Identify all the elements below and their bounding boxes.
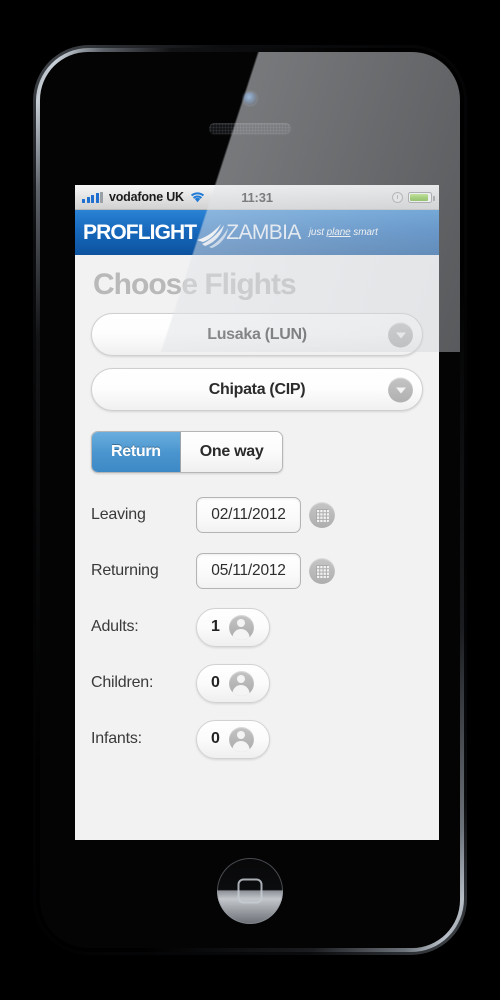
chevron-down-icon[interactable]	[388, 377, 413, 402]
person-body-glyph	[232, 684, 250, 696]
logo-proflight-text: PROFLIGHT	[83, 220, 197, 244]
returning-label: Returning	[91, 562, 159, 579]
person-icon	[228, 726, 254, 752]
leaving-label: Leaving	[91, 506, 146, 523]
tab-return[interactable]: Return	[92, 432, 181, 472]
adults-stepper[interactable]: 1	[196, 607, 270, 647]
destination-select[interactable]: Chipata (CIP)	[91, 368, 423, 411]
origin-select-label: Lusaka (LUN)	[207, 325, 307, 343]
person-body-glyph	[232, 628, 250, 640]
home-button-icon[interactable]	[217, 858, 283, 924]
person-head-glyph	[237, 618, 246, 627]
battery-level	[410, 193, 428, 201]
logo-tagline: just plane smart	[309, 227, 378, 238]
status-bar-right	[392, 191, 435, 203]
children-label: Children:	[91, 674, 154, 691]
chevron-down-icon[interactable]	[388, 322, 413, 347]
home-button-glyph	[237, 878, 263, 904]
tagline-underlined: plane	[326, 227, 351, 238]
person-icon	[228, 614, 254, 640]
person-icon	[228, 670, 254, 696]
device-screen: vodafone UK 11:31 PROFLIGHT ZAMBIA just …	[75, 185, 439, 840]
infants-value: 0	[211, 730, 220, 747]
tagline-after: smart	[350, 227, 378, 238]
phone-face: vodafone UK 11:31 PROFLIGHT ZAMBIA just …	[40, 52, 460, 948]
page-title: Choose Flights	[93, 268, 297, 301]
adults-row: Adults: 1	[91, 599, 423, 655]
brand-header: PROFLIGHT ZAMBIA just plane smart	[75, 210, 439, 255]
tab-one-way[interactable]: One way	[180, 432, 283, 472]
children-row: Children: 0	[91, 655, 423, 711]
children-stepper[interactable]: 0	[196, 663, 270, 703]
origin-select[interactable]: Lusaka (LUN)	[91, 313, 423, 356]
children-value: 0	[211, 674, 220, 691]
returning-date-input[interactable]: 05/11/2012	[196, 553, 301, 589]
calendar-grid-glyph	[315, 508, 329, 522]
leaving-date-input[interactable]: 02/11/2012	[196, 497, 301, 533]
person-body-glyph	[232, 740, 250, 752]
battery-icon	[408, 191, 435, 203]
infants-label: Infants:	[91, 730, 142, 747]
returning-date-row: Returning 05/11/2012	[91, 543, 423, 599]
clock-time: 11:31	[241, 189, 273, 205]
calendar-icon[interactable]	[309, 502, 335, 528]
phone-device: vodafone UK 11:31 PROFLIGHT ZAMBIA just …	[33, 45, 467, 955]
calendar-grid-glyph	[315, 564, 329, 578]
calendar-icon[interactable]	[309, 558, 335, 584]
page-body: Choose Flights Lusaka (LUN) Chipata (CIP…	[75, 255, 439, 840]
tagline-before: just	[308, 227, 327, 238]
logo-zambia-text: ZAMBIA	[226, 220, 301, 244]
person-head-glyph	[237, 674, 246, 683]
adults-value: 1	[211, 618, 220, 635]
earpiece-speaker-icon	[209, 123, 291, 134]
bird-logo-icon	[197, 223, 229, 248]
trip-type-segmented-control[interactable]: Return One way	[91, 431, 284, 473]
infants-row: Infants: 0	[91, 711, 423, 767]
status-bar: vodafone UK 11:31	[75, 185, 439, 210]
logo-proflight: PROFLIGHT	[83, 220, 197, 245]
person-head-glyph	[237, 730, 246, 739]
leaving-date-row: Leaving 02/11/2012	[91, 487, 423, 543]
infants-stepper[interactable]: 0	[196, 719, 270, 759]
adults-label: Adults:	[91, 618, 139, 635]
alarm-clock-icon	[392, 191, 403, 203]
front-camera-icon	[243, 92, 257, 105]
destination-select-label: Chipata (CIP)	[208, 380, 306, 398]
